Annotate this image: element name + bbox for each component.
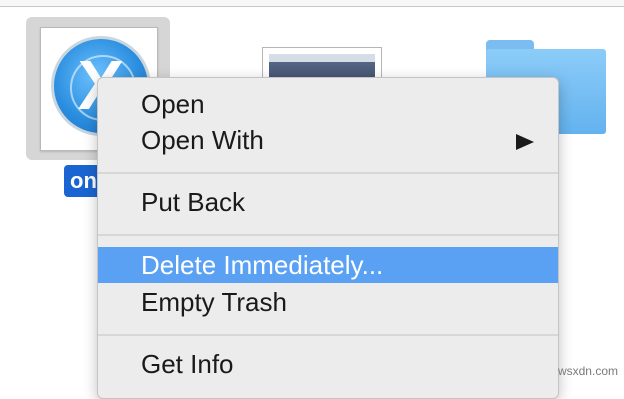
menu-item-put-back[interactable]: Put Back bbox=[98, 184, 558, 220]
context-menu: Open Open With Put Back Delete Immediate… bbox=[97, 77, 559, 399]
menu-item-get-info[interactable]: Get Info bbox=[98, 346, 558, 382]
thumbnail-titlebar bbox=[269, 54, 375, 62]
menu-item-label: Empty Trash bbox=[141, 287, 287, 317]
watermark: wsxdn.com bbox=[557, 364, 618, 378]
menu-item-open[interactable]: Open bbox=[98, 86, 558, 122]
menu-item-delete-immediately[interactable]: Delete Immediately... bbox=[98, 247, 558, 283]
menu-separator bbox=[98, 334, 558, 336]
menu-item-open-with[interactable]: Open With bbox=[98, 122, 558, 158]
menu-item-label: Open bbox=[141, 89, 205, 119]
menu-item-label: Put Back bbox=[141, 187, 246, 217]
menu-separator bbox=[98, 172, 558, 174]
menu-item-label: Delete Immediately... bbox=[141, 250, 384, 280]
menu-item-empty-trash[interactable]: Empty Trash bbox=[98, 284, 558, 320]
menu-item-label: Open With bbox=[141, 125, 264, 155]
menu-item-label: Get Info bbox=[141, 349, 234, 379]
menu-separator bbox=[98, 234, 558, 236]
window-top-edge bbox=[0, 0, 624, 7]
submenu-arrow-icon bbox=[516, 134, 534, 150]
